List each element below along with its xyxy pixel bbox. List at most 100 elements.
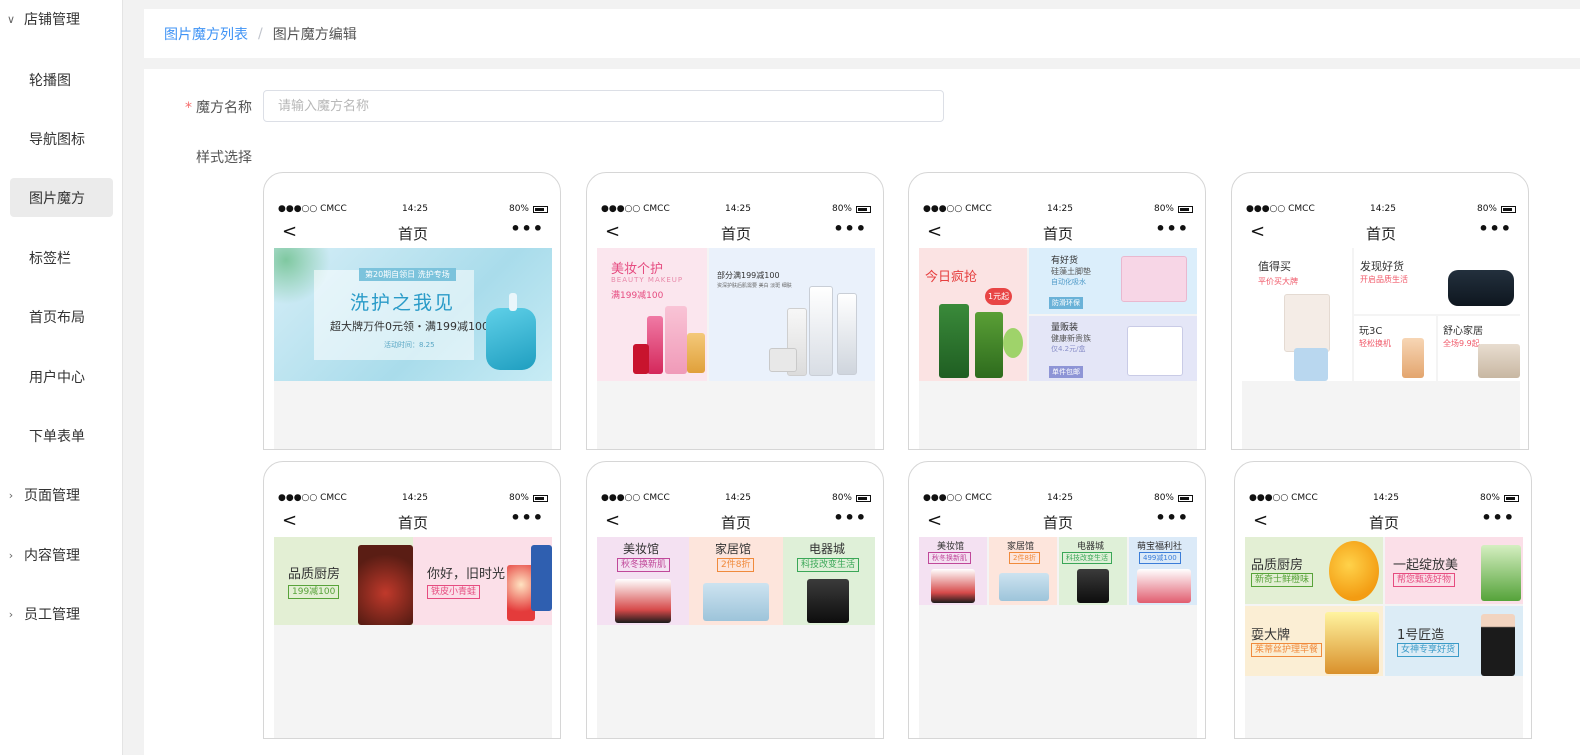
- banner-headline: 洗护之我见: [350, 292, 456, 314]
- sidebar: ∨ 店铺管理 轮播图 导航图标 图片魔方 标签栏 首页布局 用户中心 下单表单 …: [0, 0, 123, 755]
- sidebar-item-carousel[interactable]: 轮播图: [10, 60, 113, 99]
- block-title: 舒心家居: [1443, 326, 1483, 337]
- battery-icon: [1504, 494, 1519, 502]
- sidebar-item-home-layout[interactable]: 首页布局: [10, 297, 113, 336]
- style-option-4[interactable]: ●●●○○ CMCC 14:25 80% < 首页 ••• 值得买 平价买大牌 …: [1231, 172, 1529, 450]
- cosmetics-image: [615, 579, 671, 623]
- style-option-6[interactable]: ●●●○○ CMCC 14:25 80% < 首页 ••• 美妆馆 秋冬换新肌 …: [586, 461, 884, 739]
- battery-text: 80%: [1153, 493, 1174, 503]
- battery-icon: [1501, 205, 1516, 213]
- sidebar-item-order-form[interactable]: 下单表单: [10, 416, 113, 455]
- block-title: 玩3C: [1359, 326, 1383, 337]
- style-option-8[interactable]: ●●●○○ CMCC 14:25 80% < 首页 ••• 品质厨房 新奇士鲜橙…: [1234, 461, 1532, 739]
- battery: 80%: [1477, 204, 1516, 214]
- skincare-jar-image: [769, 348, 797, 372]
- box-image: [1127, 326, 1183, 376]
- carrier-text: ●●●○○ CMCC: [1246, 204, 1315, 214]
- lime-image: [1003, 328, 1023, 358]
- name-field-label: * 魔方名称: [184, 97, 252, 117]
- block-tag: 铁皮小青蛙: [427, 585, 481, 599]
- bottle-image: [486, 308, 536, 370]
- style-option-1[interactable]: ●●●○○ CMCC 14:25 80% < 首页 ••• 第20期自领日 洗护…: [263, 172, 561, 450]
- block-top-left: 品质厨房 新奇士鲜橙味: [1245, 537, 1383, 604]
- left-block: 美妆个护 BEAUTY MAKEUP 满199减100: [597, 248, 707, 381]
- more-icon: •••: [510, 219, 544, 238]
- breadcrumb-current: 图片魔方编辑: [272, 26, 357, 43]
- sidebar-group-label: 内容管理: [24, 548, 80, 564]
- battery-text: 80%: [1153, 204, 1174, 214]
- carrier-text: ●●●○○ CMCC: [923, 204, 992, 214]
- battery: 80%: [509, 493, 548, 503]
- breadcrumb-separator: /: [258, 25, 263, 42]
- status-bar: ●●●○○ CMCC 14:25 80%: [601, 204, 871, 216]
- block-sub: 全场9.9起: [1443, 339, 1480, 348]
- phone-navbar: < 首页 •••: [919, 508, 1197, 534]
- style-select-label: 样式选择: [196, 150, 252, 166]
- more-icon: •••: [833, 508, 867, 527]
- right-bottom-left-block: 玩3C 轻松换机: [1354, 316, 1436, 381]
- bag-image: [1448, 270, 1514, 306]
- sidebar-item-tabbar[interactable]: 标签栏: [10, 238, 113, 277]
- block-tag: 茱蒂丝护理早餐: [1251, 643, 1323, 657]
- breadcrumb-parent-link[interactable]: 图片魔方列表: [164, 24, 248, 44]
- dress-image: [1481, 614, 1515, 676]
- battery: 80%: [832, 493, 871, 503]
- time-text: 14:25: [725, 493, 751, 503]
- carrier-text: ●●●○○ CMCC: [601, 493, 670, 503]
- cube-canvas: 品质厨房 199减100 你好，旧时光 铁皮小青蛙: [274, 537, 552, 738]
- sidebar-group-content[interactable]: › 内容管理: [0, 540, 123, 570]
- block-title: 今日疯抢: [925, 270, 978, 285]
- block-tag: 科技改变生活: [1062, 552, 1112, 564]
- block-title: 耍大牌: [1251, 628, 1291, 643]
- block-tag: 秋冬换新肌: [617, 558, 671, 572]
- style-option-5[interactable]: ●●●○○ CMCC 14:25 80% < 首页 ••• 品质厨房 199减1…: [263, 461, 561, 739]
- left-block: 今日疯抢 1元起: [919, 248, 1027, 381]
- sidebar-item-label: 图片魔方: [29, 190, 85, 207]
- block-tag: 2件8折: [717, 558, 755, 572]
- battery-text: 80%: [831, 493, 852, 503]
- block-sub2: 仅4.2元/盒: [1051, 345, 1086, 353]
- block-tag: 2件8折: [1009, 552, 1040, 564]
- battery-icon: [533, 494, 548, 502]
- status-bar: ●●●○○ CMCC 14:25 80%: [278, 493, 548, 505]
- chevron-right-icon: ›: [8, 488, 14, 502]
- block-tag: 秋冬换新肌: [928, 552, 971, 564]
- cube-canvas: 值得买 平价买大牌 发现好货 开启品质生活 玩3C 轻松换机 舒心家居 全场9.…: [1242, 248, 1520, 449]
- battery-icon: [1178, 205, 1193, 213]
- carrier-text: ●●●○○ CMCC: [923, 493, 992, 503]
- block-en: BEAUTY MAKEUP: [611, 276, 684, 284]
- sidebar-item-label: 导航图标: [29, 131, 85, 148]
- sidebar-group-staff[interactable]: › 员工管理: [0, 599, 123, 629]
- sidebar-item-image-cube[interactable]: 图片魔方: [10, 178, 113, 217]
- right-bottom-block: 量贩装 健康新贵族 仅4.2元/盒 单件包邮: [1029, 316, 1197, 381]
- bottle-image: [975, 312, 1003, 378]
- block-tag: 199减100: [288, 585, 340, 599]
- style-option-2[interactable]: ●●●○○ CMCC 14:25 80% < 首页 ••• 美妆个护 BEAUT…: [586, 172, 884, 450]
- skirt-image: [1294, 348, 1328, 381]
- cube-name-input[interactable]: [263, 90, 944, 122]
- sidebar-item-nav-icons[interactable]: 导航图标: [10, 119, 113, 158]
- right-top-block: 有好货 硅藻土脚垫 自动化吸水 防滑环保: [1029, 248, 1197, 314]
- left-block: 值得买 平价买大牌: [1242, 248, 1352, 381]
- style-option-3[interactable]: ●●●○○ CMCC 14:25 80% < 首页 ••• 今日疯抢 1元起 有…: [908, 172, 1206, 450]
- sidebar-item-label: 轮播图: [29, 72, 71, 89]
- carrier-text: ●●●○○ CMCC: [278, 204, 347, 214]
- sidebar-group-store[interactable]: ∨ 店铺管理: [0, 4, 123, 34]
- phone-navbar: < 首页 •••: [919, 219, 1197, 245]
- block-sub: 开启品质生活: [1360, 275, 1408, 284]
- block-title: 美妆个护: [611, 262, 664, 277]
- chevron-down-icon: ∨: [6, 12, 16, 26]
- sidebar-item-label: 下单表单: [29, 428, 85, 445]
- block-title: 你好，旧时光: [427, 567, 506, 582]
- block-sub: 健康新贵族: [1051, 334, 1091, 343]
- block-top-right: 一起绽放美 帮您甄选好物: [1385, 537, 1523, 604]
- right-bottom-right-block: 舒心家居 全场9.9起: [1438, 316, 1520, 381]
- style-option-7[interactable]: ●●●○○ CMCC 14:25 80% < 首页 ••• 美妆馆 秋冬换新肌 …: [908, 461, 1206, 739]
- time-text: 14:25: [402, 493, 428, 503]
- battery-icon: [856, 205, 871, 213]
- sidebar-item-user-center[interactable]: 用户中心: [10, 357, 113, 396]
- block-title: 家居馆: [1007, 542, 1035, 552]
- snack-image: [1325, 612, 1379, 674]
- sidebar-group-pages[interactable]: › 页面管理: [0, 480, 123, 510]
- time-text: 14:25: [1370, 204, 1396, 214]
